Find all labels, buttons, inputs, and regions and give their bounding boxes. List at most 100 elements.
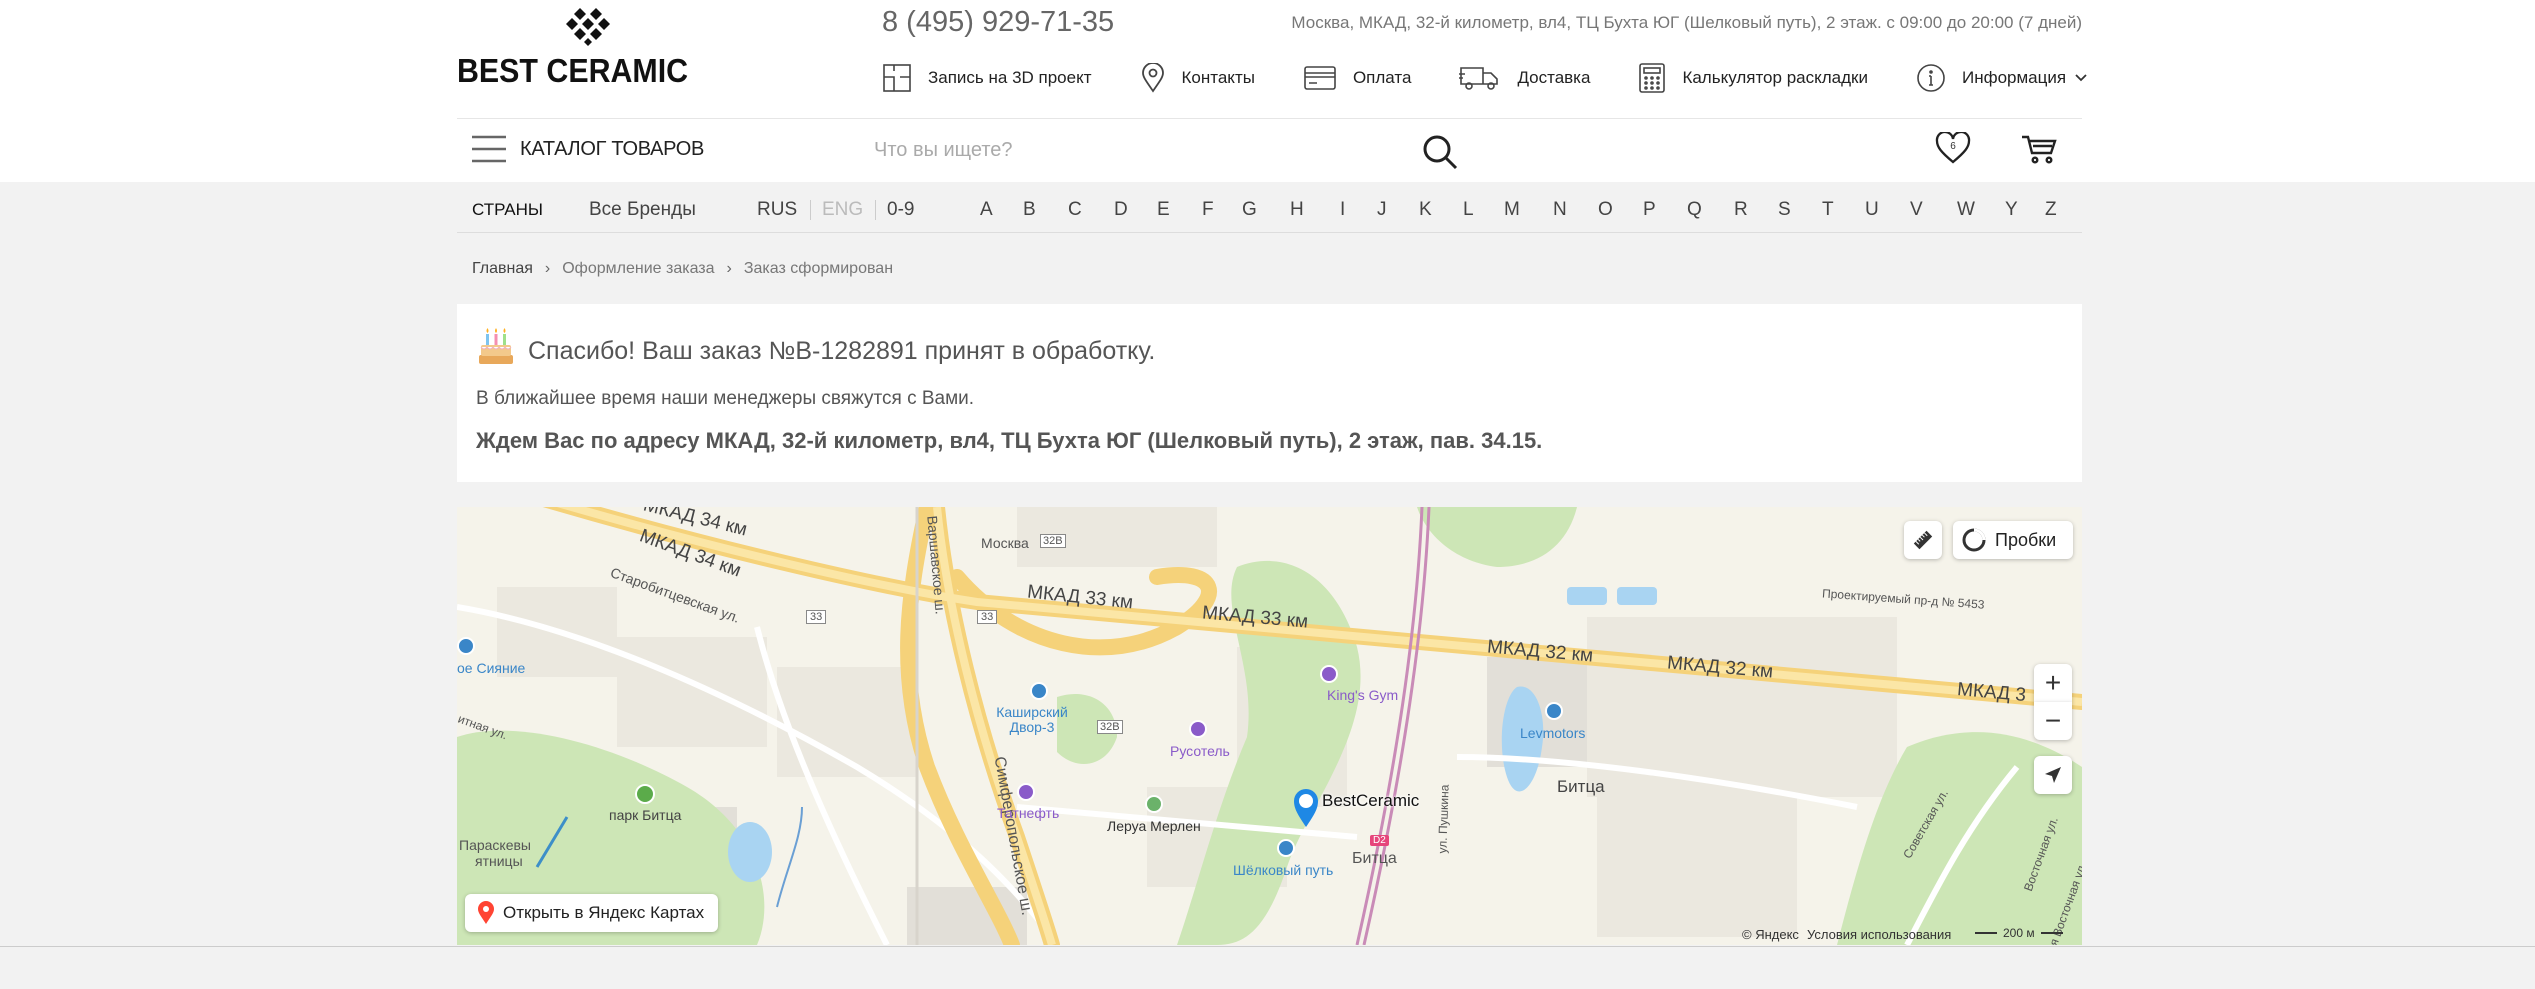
favorites-button[interactable]: 6 [1935,130,1971,164]
letter-filter-w[interactable]: W [1957,199,1975,221]
order-confirmation: Спасибо! Ваш заказ №B-1282891 принят в о… [457,304,2082,482]
letter-filter-h[interactable]: H [1290,199,1304,221]
poi-icon[interactable] [1017,783,1035,801]
map-line-badge: D2 [1370,835,1389,846]
letter-filter-c[interactable]: C [1068,199,1082,221]
poi-icon[interactable] [1030,682,1048,700]
phone-number[interactable]: 8 (495) 929-71-35 [882,6,1114,39]
delivery-truck-icon [1459,67,1499,90]
nav-contacts[interactable]: Контакты [1140,63,1255,93]
traffic-label: Пробки [1995,529,2057,550]
logo[interactable]: BEST CERAMIC [457,8,720,89]
letter-filter-f[interactable]: F [1202,199,1214,221]
letter-filter-m[interactable]: M [1504,199,1520,221]
map-place-label: Параскевы [459,837,531,853]
letter-filter-g[interactable]: G [1242,199,1257,221]
letter-filter-b[interactable]: B [1023,199,1036,221]
favorites-count: 6 [1950,141,1956,152]
search-icon[interactable] [1421,133,1459,171]
letter-filter-j[interactable]: J [1377,199,1387,221]
scale-bar [1975,932,1997,934]
nav-payment[interactable]: Оплата [1303,65,1411,91]
open-yandex-maps-label: Открыть в Яндекс Картах [503,903,705,922]
poi-icon[interactable] [1189,720,1207,738]
nav-delivery[interactable]: Доставка [1459,64,1590,92]
letter-filter-t[interactable]: T [1822,199,1834,221]
ruler-icon [1913,530,1933,550]
letter-filter-s[interactable]: S [1778,199,1791,221]
nav-payment-label: Оплата [1352,68,1412,87]
all-brands-link[interactable]: Все Бренды [589,199,696,221]
breadcrumb-current: Заказ сформирован [743,260,894,277]
poi-icon[interactable] [1545,702,1563,720]
countries-filter[interactable]: СТРАНЫ [472,200,543,220]
order-title: Спасибо! Ваш заказ №B-1282891 принят в о… [528,337,1156,365]
map-road-number: 33 [977,610,998,624]
footer-divider [0,946,2535,947]
letter-filter-u[interactable]: U [1865,199,1879,221]
letter-filter-l[interactable]: L [1463,199,1474,221]
order-address: Ждем Вас по адресу МКАД, 32-й километр, … [476,428,1543,453]
search-input[interactable] [874,130,1464,170]
nav-information[interactable]: Информация [1916,63,2088,93]
plus-icon: + [2044,667,2062,698]
navigation-arrow-icon [2045,767,2061,783]
nav-calculator[interactable]: Калькулятор раскладки [1638,62,1868,94]
zoom-in-button[interactable]: + [2034,664,2072,702]
open-yandex-maps-button[interactable]: Открыть в Яндекс Картах [465,894,719,932]
map-road-number: 32В [1097,720,1123,734]
map-poi-label: Levmotors [1520,725,1586,741]
letter-filter-y[interactable]: Y [2005,199,2018,221]
traffic-button[interactable]: Пробки [1953,521,2073,559]
letter-filter-n[interactable]: N [1553,199,1567,221]
nav-3d-project[interactable]: Запись на 3D проект [882,63,1092,93]
map-base-layer [457,507,2082,945]
letter-filter-r[interactable]: R [1734,199,1748,221]
map-road-number: 33 [806,610,827,624]
map-place-label: ятницы [475,853,523,869]
breadcrumb-separator: › [726,260,732,277]
poi-icon[interactable] [1320,665,1338,683]
minus-icon: − [2044,705,2062,736]
header-divider [457,118,2082,119]
map-terms-link[interactable]: Условия использования [1807,927,1951,942]
letter-filter-o[interactable]: O [1598,199,1613,221]
letter-filter-k[interactable]: K [1419,199,1432,221]
chevron-down-icon [2075,74,2087,82]
zoom-out-button[interactable]: − [2034,702,2072,740]
letter-filter-d[interactable]: D [1114,199,1128,221]
letter-filter-p[interactable]: P [1643,199,1656,221]
map-place-label: Москва [981,535,1029,551]
poi-icon[interactable] [1145,795,1163,813]
map[interactable]: МКАД 34 км МКАД 34 км МКАД 33 км МКАД 33… [457,507,2082,945]
breadcrumb-checkout[interactable]: Оформление заказа [562,260,714,278]
numbers-filter[interactable]: 0-9 [887,199,914,221]
park-icon[interactable] [635,784,655,804]
catalog-menu-button[interactable]: КАТАЛОГ ТОВАРОВ [472,134,704,164]
geolocation-button[interactable] [2034,756,2072,794]
rus-filter[interactable]: RUS [757,199,797,221]
poi-icon[interactable] [1277,839,1295,857]
top-navigation: Запись на 3D проект Контакты Оплата Дост… [882,60,2088,96]
store-address: Москва, МКАД, 32-й километр, вл4, ТЦ Бух… [1291,13,2082,32]
store-marker[interactable]: BestCeramic [1292,787,1419,834]
eng-filter[interactable]: ENG [822,199,863,221]
map-copyright[interactable]: © Яндекс [1742,927,1799,942]
letter-filter-q[interactable]: Q [1687,199,1702,221]
letter-filter-z[interactable]: Z [2045,199,2057,221]
catalog-label: КАТАЛОГ ТОВАРОВ [520,137,705,160]
letter-filter-e[interactable]: E [1157,199,1170,221]
letter-filter-v[interactable]: V [1910,199,1923,221]
scale-label: 200 м [2003,926,2035,940]
breadcrumb-home[interactable]: Главная [472,260,533,278]
letter-filter-a[interactable]: A [980,199,993,221]
ruler-button[interactable] [1904,521,1942,559]
map-poi-label: Русотель [1170,743,1230,759]
store-marker-label: BestCeramic [1322,791,1420,810]
birthday-cake-icon [479,328,513,364]
cart-icon[interactable] [2021,134,2057,164]
letter-filter-i[interactable]: I [1340,199,1345,221]
breadcrumb: Главная › Оформление заказа › Заказ сфор… [472,260,893,278]
poi-icon[interactable] [457,637,475,655]
map-road-number: 32В [1040,534,1066,548]
